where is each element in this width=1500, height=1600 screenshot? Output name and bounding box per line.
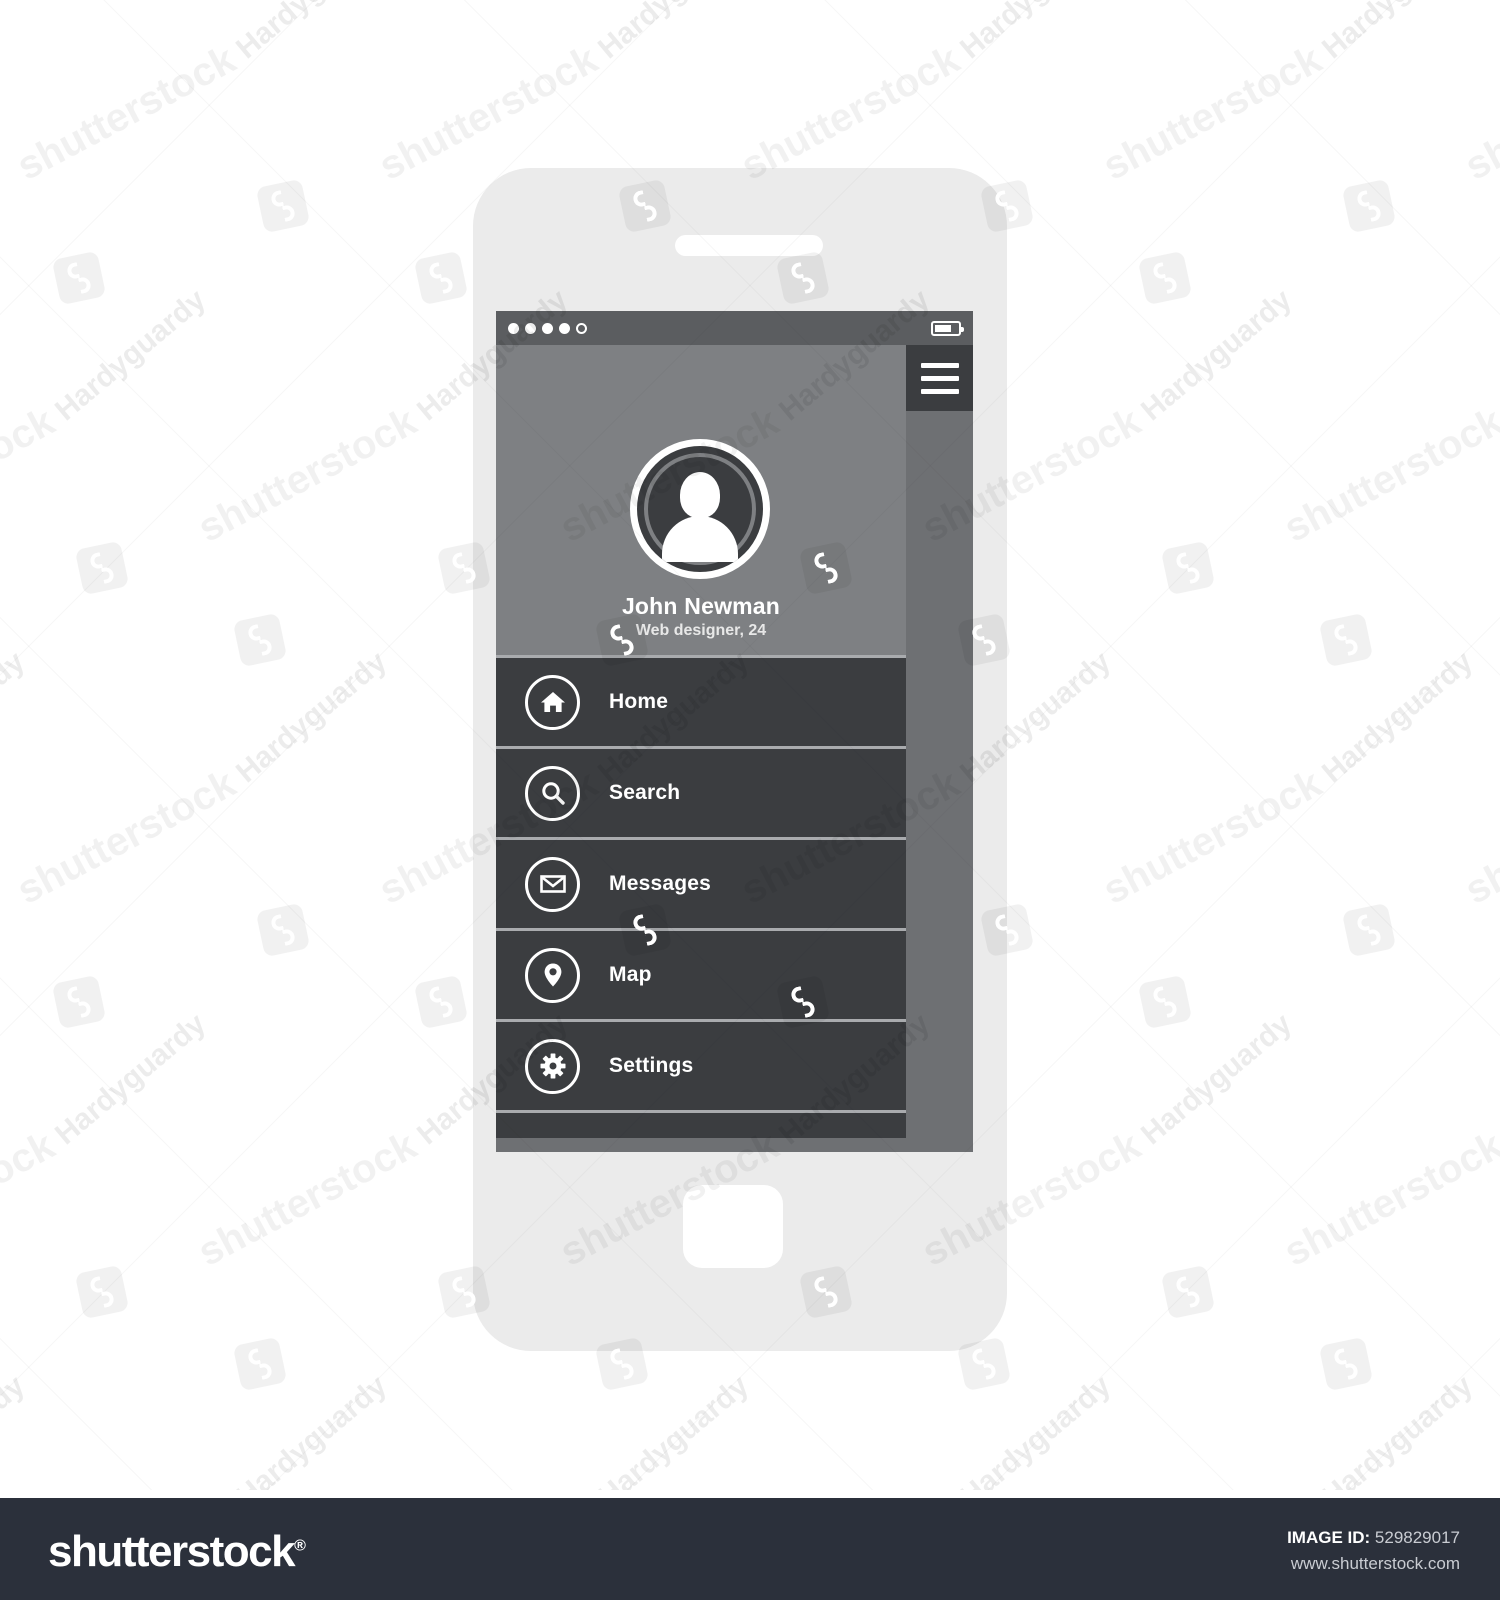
profile-name: John Newman: [621, 593, 781, 619]
hamburger-menu-icon[interactable]: [906, 345, 973, 411]
registered-mark: ®: [294, 1537, 306, 1555]
menu-list: Home Search Messages Map Settings: [496, 655, 906, 1138]
watermark-badge-icon: [1137, 974, 1193, 1030]
watermark-brand-text: shutterstock: [1277, 1123, 1500, 1275]
watermark-author-text: Hardyguardy: [1135, 283, 1298, 428]
watermark-badge-icon: [413, 974, 469, 1030]
watermark-brand-text: shutterstock: [10, 1485, 243, 1490]
watermark-author-text: Hardyguardy: [230, 0, 394, 66]
search-icon: [525, 765, 580, 821]
watermark-badge-icon: [1318, 1336, 1374, 1392]
image-id: IMAGE ID: 529829017: [1287, 1525, 1460, 1551]
map-pin-icon: [525, 947, 580, 1003]
watermark-brand-text: shutterstock: [0, 1123, 62, 1275]
image-id-label: IMAGE ID:: [1287, 1528, 1371, 1547]
menu-item-label: Map: [609, 963, 652, 986]
watermark-badge-icon: [255, 902, 311, 958]
watermark-badge-icon: [1160, 1264, 1216, 1320]
menu-item-map[interactable]: Map: [496, 928, 906, 1019]
watermark-brand-text: shutterstock: [734, 37, 967, 189]
watermark-badge-icon: [232, 1336, 288, 1392]
image-id-value: 529829017: [1374, 1528, 1460, 1547]
status-bar: [496, 311, 973, 345]
menu-item-home[interactable]: Home: [496, 655, 906, 746]
watermark-brand-text: shutterstock: [0, 399, 62, 551]
phone-screen: John Newman Web designer, 24 Home Search…: [496, 311, 973, 1152]
watermark-brand-text: shutterstock: [10, 761, 243, 913]
watermark-author-text: Hardyguardy: [0, 645, 31, 790]
watermark-author-text: Hardyguardy: [230, 1369, 393, 1490]
profile-subtitle: Web designer, 24: [635, 622, 767, 639]
watermark-author-text: Hardyguardy: [230, 645, 393, 790]
watermark-brand-text: shutterstock: [1458, 37, 1500, 189]
home-button[interactable]: [683, 1185, 783, 1268]
signal-strength-icon: [508, 322, 587, 334]
watermark-brand-text: shutterstock: [734, 1485, 967, 1490]
gear-icon: [525, 1038, 580, 1094]
home-icon: [525, 674, 580, 730]
footer-url: www.shutterstock.com: [1290, 1553, 1460, 1573]
watermark-badge-icon: [51, 974, 107, 1030]
watermark-author-text: Hardyguardy: [954, 0, 1118, 66]
watermark-brand-text: shutterstock: [191, 399, 424, 551]
menu-item-label: Messages: [609, 872, 711, 895]
underlying-page-strip[interactable]: [906, 345, 973, 1152]
footer-bar: shutterstock® IMAGE ID: 529829017 www.sh…: [0, 1498, 1500, 1600]
watermark-brand-text: shutterstock: [1277, 399, 1500, 551]
shutterstock-logo: shutterstock®: [48, 1527, 306, 1577]
watermark-badge-icon: [232, 612, 288, 668]
user-avatar-icon[interactable]: [630, 439, 770, 579]
avatar-person-silhouette: [658, 472, 742, 562]
watermark-author-text: Hardyguardy: [49, 283, 212, 428]
watermark-badge-icon: [74, 1264, 130, 1320]
watermark-author-text: Hardyguardy: [592, 0, 756, 66]
menu-item-messages[interactable]: Messages: [496, 837, 906, 928]
watermark-brand-text: shutterstock: [1458, 761, 1500, 913]
navigation-drawer: John Newman Web designer, 24 Home Search…: [496, 345, 906, 1152]
menu-item-label: Search: [609, 781, 681, 804]
watermark-badge-icon: [74, 540, 130, 596]
menu-item-label: Settings: [609, 1054, 694, 1077]
footer-meta: IMAGE ID: 529829017 www.shutterstock.com: [1287, 1525, 1460, 1576]
watermark-author-text: Hardyguardy: [49, 1007, 212, 1152]
menu-item-settings[interactable]: Settings: [496, 1019, 906, 1110]
watermark-badge-icon: [51, 250, 107, 306]
watermark-badge-icon: [1160, 540, 1216, 596]
watermark-author-text: Hardyguardy: [1316, 1369, 1479, 1490]
watermark-author-text: Hardyguardy: [0, 1369, 31, 1490]
menu-item-label: Home: [609, 690, 669, 713]
watermark-author-text: Hardyguardy: [954, 1369, 1117, 1490]
battery-icon: [931, 320, 964, 336]
watermark-brand-text: shutterstock: [191, 1123, 424, 1275]
watermark-brand-text: shutterstock: [1458, 1485, 1500, 1490]
watermark-badge-icon: [1341, 902, 1397, 958]
profile-panel: John Newman Web designer, 24: [496, 345, 906, 655]
envelope-icon: [525, 856, 580, 912]
watermark-brand-text: shutterstock: [372, 37, 605, 189]
watermark-author-text: Hardyguardy: [1135, 1007, 1298, 1152]
watermark-brand-text: shutterstock: [1096, 37, 1329, 189]
watermark-author-text: Hardyguardy: [592, 1369, 755, 1490]
watermark-badge-icon: [413, 250, 469, 306]
menu-item-next-partial[interactable]: [496, 1110, 906, 1138]
watermark-badge-icon: [1341, 178, 1397, 234]
earpiece-speaker: [675, 235, 823, 256]
watermark-author-text: Hardyguardy: [1316, 645, 1479, 790]
watermark-brand-text: shutterstock: [10, 37, 243, 189]
watermark-brand-text: shutterstock: [1096, 761, 1329, 913]
watermark-brand-text: shutterstock: [372, 1485, 605, 1490]
watermark-badge-icon: [1318, 612, 1374, 668]
watermark-brand-text: shutterstock: [1096, 1485, 1329, 1490]
menu-item-search[interactable]: Search: [496, 746, 906, 837]
watermark-badge-icon: [1137, 250, 1193, 306]
watermark-author-text: Hardyguardy: [0, 0, 32, 66]
watermark-author-text: Hardyguardy: [1316, 0, 1480, 66]
watermark-badge-icon: [255, 178, 311, 234]
shutterstock-logo-text: shutterstock: [48, 1527, 296, 1576]
